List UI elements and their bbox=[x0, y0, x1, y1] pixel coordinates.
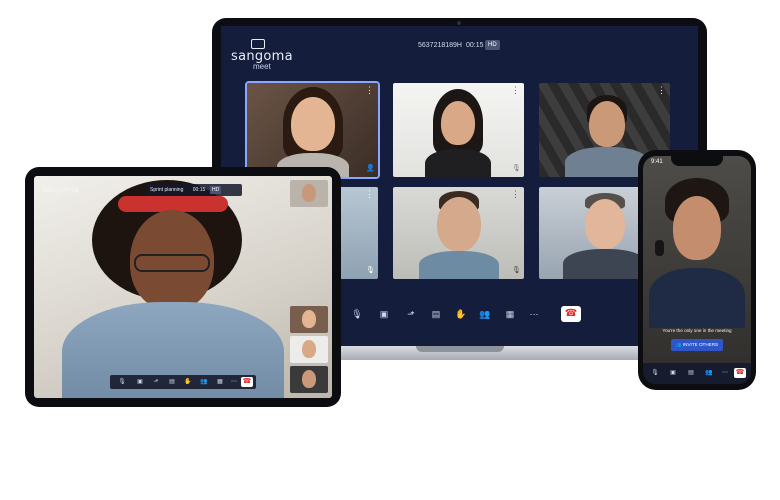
meeting-timer: 00:15 bbox=[192, 187, 206, 193]
participant-face bbox=[302, 370, 316, 388]
participant-body bbox=[565, 147, 649, 177]
speaker-body bbox=[649, 268, 745, 328]
camera-icon[interactable]: ▣ bbox=[667, 367, 679, 379]
status-bar-time: 9:41 bbox=[651, 159, 663, 165]
chat-icon[interactable]: ▤ bbox=[430, 308, 442, 320]
participant-tile[interactable]: ⋮ 👤 bbox=[247, 83, 378, 177]
microphone-icon[interactable]: 🎙 bbox=[116, 376, 128, 388]
participant-thumbnail[interactable] bbox=[290, 306, 328, 333]
sangoma-logo-icon bbox=[251, 39, 265, 49]
app-logo: sangoma meet bbox=[231, 50, 293, 71]
participants-icon[interactable]: 👥 bbox=[479, 308, 491, 320]
participant-face bbox=[437, 197, 481, 251]
phone-notch bbox=[671, 156, 723, 166]
participant-face bbox=[302, 340, 316, 358]
end-call-button[interactable]: ☎ bbox=[734, 368, 746, 378]
microphone-icon[interactable]: 🎙 bbox=[649, 367, 661, 379]
participant-body bbox=[425, 149, 491, 177]
tile-menu-icon[interactable]: ⋮ bbox=[365, 190, 374, 199]
tile-menu-icon[interactable]: ⋮ bbox=[511, 190, 520, 199]
product-name: meet bbox=[253, 62, 271, 71]
muted-mic-icon: 🎙 bbox=[512, 165, 521, 172]
phone-meeting-screen: 9:41 You're the only one in the meeting … bbox=[643, 156, 751, 384]
laptop-camera bbox=[457, 21, 461, 25]
participant-face bbox=[302, 184, 316, 202]
more-options-icon[interactable]: ⋯ bbox=[228, 376, 240, 388]
participant-tile[interactable]: ⋮ 🎙 bbox=[393, 187, 524, 279]
tile-menu-icon[interactable]: ⋮ bbox=[365, 86, 374, 95]
participant-face bbox=[302, 310, 316, 328]
speaker-face bbox=[673, 196, 721, 260]
participants-icon[interactable]: 👥 bbox=[198, 376, 210, 388]
camera-icon[interactable]: ▣ bbox=[134, 376, 146, 388]
share-screen-icon[interactable]: ⬏ bbox=[405, 308, 417, 320]
share-screen-icon[interactable]: ⬏ bbox=[150, 376, 162, 388]
invite-users-icon: 👥 bbox=[675, 342, 682, 347]
grid-view-icon[interactable]: ▦ bbox=[214, 376, 226, 388]
tablet-meeting-screen: sangoma Sprint planning 00:15 HD 🎙 ▣ ⬏ ▤… bbox=[34, 176, 332, 398]
laptop-notch bbox=[416, 346, 504, 352]
phone-toolbar: 🎙 ▣ ▤ 👥 ⋯ ☎ bbox=[643, 363, 751, 384]
participant-thumbnail[interactable] bbox=[290, 180, 328, 207]
hd-badge[interactable]: HD bbox=[485, 40, 500, 50]
microphone-icon[interactable]: 🎙 bbox=[351, 308, 363, 320]
headset-icon bbox=[655, 240, 664, 256]
hd-badge[interactable]: HD bbox=[210, 186, 222, 194]
tile-menu-icon[interactable]: ⋮ bbox=[511, 86, 520, 95]
end-call-button[interactable]: ☎ bbox=[241, 377, 253, 387]
meeting-title: Sprint planning bbox=[150, 187, 184, 193]
invite-label: INVITE OTHERS bbox=[682, 342, 719, 347]
end-call-button[interactable]: ☎ bbox=[561, 306, 581, 322]
participant-face bbox=[441, 101, 475, 145]
participant-icon: 👤 bbox=[366, 165, 375, 172]
raise-hand-icon[interactable]: ✋ bbox=[182, 376, 194, 388]
chat-icon[interactable]: ▤ bbox=[685, 367, 697, 379]
meeting-timer: 00:15 bbox=[466, 42, 484, 49]
meeting-id: 5637218189H bbox=[418, 42, 462, 49]
alone-in-meeting-message: You're the only one in the meeting bbox=[662, 328, 732, 333]
participants-icon[interactable]: 👥 bbox=[703, 367, 715, 379]
speaker-glasses bbox=[134, 254, 210, 272]
camera-icon[interactable]: ▣ bbox=[378, 308, 390, 320]
grid-view-icon[interactable]: ▦ bbox=[504, 308, 516, 320]
more-options-icon[interactable]: ⋯ bbox=[528, 308, 540, 320]
invite-others-button[interactable]: 👥 INVITE OTHERS bbox=[671, 339, 723, 351]
participant-body bbox=[419, 251, 499, 279]
muted-mic-icon: 🎙 bbox=[366, 267, 375, 274]
raise-hand-icon[interactable]: ✋ bbox=[455, 308, 467, 320]
participant-body bbox=[563, 249, 647, 279]
participant-thumbnail[interactable] bbox=[290, 366, 328, 393]
participant-face bbox=[589, 101, 625, 147]
participant-face bbox=[585, 199, 625, 249]
chat-icon[interactable]: ▤ bbox=[166, 376, 178, 388]
tablet-brand: sangoma bbox=[42, 185, 79, 194]
tablet-toolbar: 🎙 ▣ ⬏ ▤ ✋ 👥 ▦ ⋯ ☎ bbox=[110, 375, 256, 389]
participant-face bbox=[291, 97, 335, 151]
tablet-meeting-bar: Sprint planning 00:15 bbox=[146, 184, 242, 196]
participant-tile[interactable]: ⋮ 🎙 bbox=[393, 83, 524, 177]
tile-menu-icon[interactable]: ⋮ bbox=[657, 86, 666, 95]
muted-mic-icon: 🎙 bbox=[512, 267, 521, 274]
participant-thumbnail[interactable] bbox=[290, 336, 328, 363]
more-options-icon[interactable]: ⋯ bbox=[719, 367, 731, 379]
